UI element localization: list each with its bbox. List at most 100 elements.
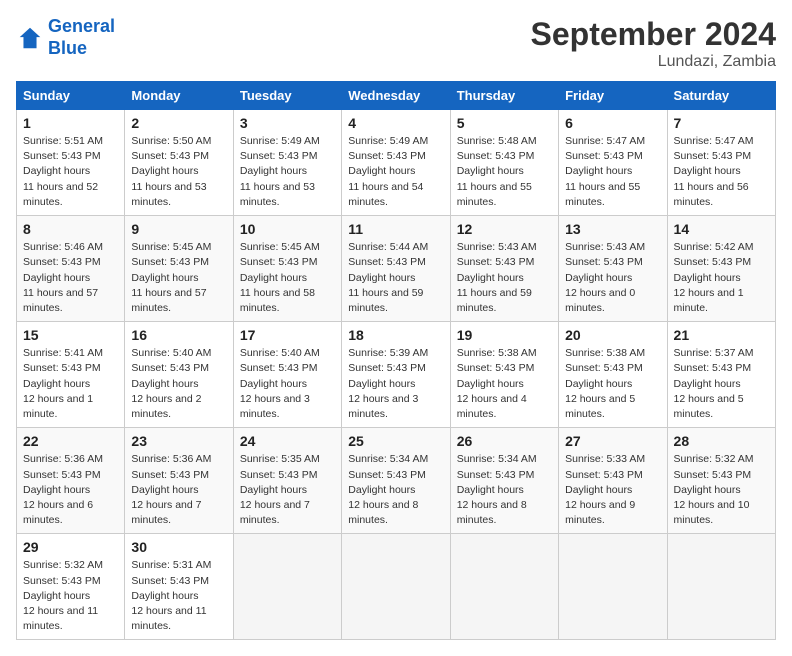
day-detail: Sunrise: 5:40 AMSunset: 5:43 PMDaylight … bbox=[240, 346, 335, 422]
empty-cell bbox=[667, 534, 775, 640]
day-number: 21 bbox=[674, 327, 769, 343]
day-detail: Sunrise: 5:37 AMSunset: 5:43 PMDaylight … bbox=[674, 346, 769, 422]
day-detail: Sunrise: 5:48 AMSunset: 5:43 PMDaylight … bbox=[457, 134, 552, 210]
day-number: 26 bbox=[457, 433, 552, 449]
day-detail: Sunrise: 5:49 AMSunset: 5:43 PMDaylight … bbox=[348, 134, 443, 210]
empty-cell bbox=[450, 534, 558, 640]
day-number: 6 bbox=[565, 115, 660, 131]
day-number: 29 bbox=[23, 539, 118, 555]
day-cell: 16 Sunrise: 5:40 AMSunset: 5:43 PMDaylig… bbox=[125, 322, 233, 428]
day-detail: Sunrise: 5:47 AMSunset: 5:43 PMDaylight … bbox=[674, 134, 769, 210]
col-wednesday: Wednesday bbox=[342, 82, 450, 110]
day-number: 13 bbox=[565, 221, 660, 237]
week-row: 1 Sunrise: 5:51 AMSunset: 5:43 PMDayligh… bbox=[17, 110, 776, 216]
col-monday: Monday bbox=[125, 82, 233, 110]
location: Lundazi, Zambia bbox=[531, 53, 776, 71]
col-thursday: Thursday bbox=[450, 82, 558, 110]
day-number: 2 bbox=[131, 115, 226, 131]
day-detail: Sunrise: 5:32 AMSunset: 5:43 PMDaylight … bbox=[674, 452, 769, 528]
week-row: 8 Sunrise: 5:46 AMSunset: 5:43 PMDayligh… bbox=[17, 216, 776, 322]
day-cell: 30 Sunrise: 5:31 AMSunset: 5:43 PMDaylig… bbox=[125, 534, 233, 640]
day-number: 17 bbox=[240, 327, 335, 343]
day-detail: Sunrise: 5:40 AMSunset: 5:43 PMDaylight … bbox=[131, 346, 226, 422]
day-number: 22 bbox=[23, 433, 118, 449]
day-cell: 6 Sunrise: 5:47 AMSunset: 5:43 PMDayligh… bbox=[559, 110, 667, 216]
day-detail: Sunrise: 5:31 AMSunset: 5:43 PMDaylight … bbox=[131, 558, 226, 634]
day-detail: Sunrise: 5:47 AMSunset: 5:43 PMDaylight … bbox=[565, 134, 660, 210]
day-number: 19 bbox=[457, 327, 552, 343]
week-row: 29 Sunrise: 5:32 AMSunset: 5:43 PMDaylig… bbox=[17, 534, 776, 640]
day-number: 5 bbox=[457, 115, 552, 131]
empty-cell bbox=[342, 534, 450, 640]
day-detail: Sunrise: 5:38 AMSunset: 5:43 PMDaylight … bbox=[565, 346, 660, 422]
day-detail: Sunrise: 5:45 AMSunset: 5:43 PMDaylight … bbox=[240, 240, 335, 316]
day-cell: 5 Sunrise: 5:48 AMSunset: 5:43 PMDayligh… bbox=[450, 110, 558, 216]
day-cell: 14 Sunrise: 5:42 AMSunset: 5:43 PMDaylig… bbox=[667, 216, 775, 322]
day-number: 27 bbox=[565, 433, 660, 449]
calendar-table: Sunday Monday Tuesday Wednesday Thursday… bbox=[16, 81, 776, 640]
day-detail: Sunrise: 5:42 AMSunset: 5:43 PMDaylight … bbox=[674, 240, 769, 316]
day-cell: 7 Sunrise: 5:47 AMSunset: 5:43 PMDayligh… bbox=[667, 110, 775, 216]
week-row: 15 Sunrise: 5:41 AMSunset: 5:43 PMDaylig… bbox=[17, 322, 776, 428]
day-detail: Sunrise: 5:44 AMSunset: 5:43 PMDaylight … bbox=[348, 240, 443, 316]
day-cell: 26 Sunrise: 5:34 AMSunset: 5:43 PMDaylig… bbox=[450, 428, 558, 534]
day-number: 12 bbox=[457, 221, 552, 237]
page-header: General Blue September 2024 Lundazi, Zam… bbox=[16, 16, 776, 71]
day-number: 8 bbox=[23, 221, 118, 237]
day-number: 18 bbox=[348, 327, 443, 343]
day-detail: Sunrise: 5:36 AMSunset: 5:43 PMDaylight … bbox=[131, 452, 226, 528]
day-detail: Sunrise: 5:34 AMSunset: 5:43 PMDaylight … bbox=[348, 452, 443, 528]
empty-cell bbox=[233, 534, 341, 640]
day-detail: Sunrise: 5:46 AMSunset: 5:43 PMDaylight … bbox=[23, 240, 118, 316]
day-detail: Sunrise: 5:38 AMSunset: 5:43 PMDaylight … bbox=[457, 346, 552, 422]
day-cell: 1 Sunrise: 5:51 AMSunset: 5:43 PMDayligh… bbox=[17, 110, 125, 216]
day-cell: 15 Sunrise: 5:41 AMSunset: 5:43 PMDaylig… bbox=[17, 322, 125, 428]
day-cell: 23 Sunrise: 5:36 AMSunset: 5:43 PMDaylig… bbox=[125, 428, 233, 534]
day-number: 3 bbox=[240, 115, 335, 131]
day-detail: Sunrise: 5:51 AMSunset: 5:43 PMDaylight … bbox=[23, 134, 118, 210]
day-detail: Sunrise: 5:35 AMSunset: 5:43 PMDaylight … bbox=[240, 452, 335, 528]
day-number: 25 bbox=[348, 433, 443, 449]
col-sunday: Sunday bbox=[17, 82, 125, 110]
day-number: 11 bbox=[348, 221, 443, 237]
day-number: 7 bbox=[674, 115, 769, 131]
day-detail: Sunrise: 5:49 AMSunset: 5:43 PMDaylight … bbox=[240, 134, 335, 210]
col-saturday: Saturday bbox=[667, 82, 775, 110]
day-number: 10 bbox=[240, 221, 335, 237]
col-tuesday: Tuesday bbox=[233, 82, 341, 110]
day-cell: 24 Sunrise: 5:35 AMSunset: 5:43 PMDaylig… bbox=[233, 428, 341, 534]
day-cell: 19 Sunrise: 5:38 AMSunset: 5:43 PMDaylig… bbox=[450, 322, 558, 428]
day-cell: 29 Sunrise: 5:32 AMSunset: 5:43 PMDaylig… bbox=[17, 534, 125, 640]
title-block: September 2024 Lundazi, Zambia bbox=[531, 16, 776, 71]
day-cell: 4 Sunrise: 5:49 AMSunset: 5:43 PMDayligh… bbox=[342, 110, 450, 216]
day-cell: 9 Sunrise: 5:45 AMSunset: 5:43 PMDayligh… bbox=[125, 216, 233, 322]
day-detail: Sunrise: 5:43 AMSunset: 5:43 PMDaylight … bbox=[565, 240, 660, 316]
day-number: 30 bbox=[131, 539, 226, 555]
day-detail: Sunrise: 5:39 AMSunset: 5:43 PMDaylight … bbox=[348, 346, 443, 422]
day-number: 16 bbox=[131, 327, 226, 343]
day-number: 4 bbox=[348, 115, 443, 131]
logo: General Blue bbox=[16, 16, 115, 59]
day-cell: 17 Sunrise: 5:40 AMSunset: 5:43 PMDaylig… bbox=[233, 322, 341, 428]
day-detail: Sunrise: 5:45 AMSunset: 5:43 PMDaylight … bbox=[131, 240, 226, 316]
logo-text: General Blue bbox=[48, 16, 115, 59]
day-detail: Sunrise: 5:33 AMSunset: 5:43 PMDaylight … bbox=[565, 452, 660, 528]
day-detail: Sunrise: 5:43 AMSunset: 5:43 PMDaylight … bbox=[457, 240, 552, 316]
month-title: September 2024 bbox=[531, 16, 776, 53]
empty-cell bbox=[559, 534, 667, 640]
col-friday: Friday bbox=[559, 82, 667, 110]
day-cell: 22 Sunrise: 5:36 AMSunset: 5:43 PMDaylig… bbox=[17, 428, 125, 534]
day-cell: 28 Sunrise: 5:32 AMSunset: 5:43 PMDaylig… bbox=[667, 428, 775, 534]
day-cell: 3 Sunrise: 5:49 AMSunset: 5:43 PMDayligh… bbox=[233, 110, 341, 216]
day-detail: Sunrise: 5:32 AMSunset: 5:43 PMDaylight … bbox=[23, 558, 118, 634]
day-number: 14 bbox=[674, 221, 769, 237]
day-number: 1 bbox=[23, 115, 118, 131]
day-cell: 11 Sunrise: 5:44 AMSunset: 5:43 PMDaylig… bbox=[342, 216, 450, 322]
day-number: 23 bbox=[131, 433, 226, 449]
day-detail: Sunrise: 5:36 AMSunset: 5:43 PMDaylight … bbox=[23, 452, 118, 528]
day-cell: 10 Sunrise: 5:45 AMSunset: 5:43 PMDaylig… bbox=[233, 216, 341, 322]
logo-icon bbox=[16, 24, 44, 52]
week-row: 22 Sunrise: 5:36 AMSunset: 5:43 PMDaylig… bbox=[17, 428, 776, 534]
day-cell: 21 Sunrise: 5:37 AMSunset: 5:43 PMDaylig… bbox=[667, 322, 775, 428]
header-row: Sunday Monday Tuesday Wednesday Thursday… bbox=[17, 82, 776, 110]
